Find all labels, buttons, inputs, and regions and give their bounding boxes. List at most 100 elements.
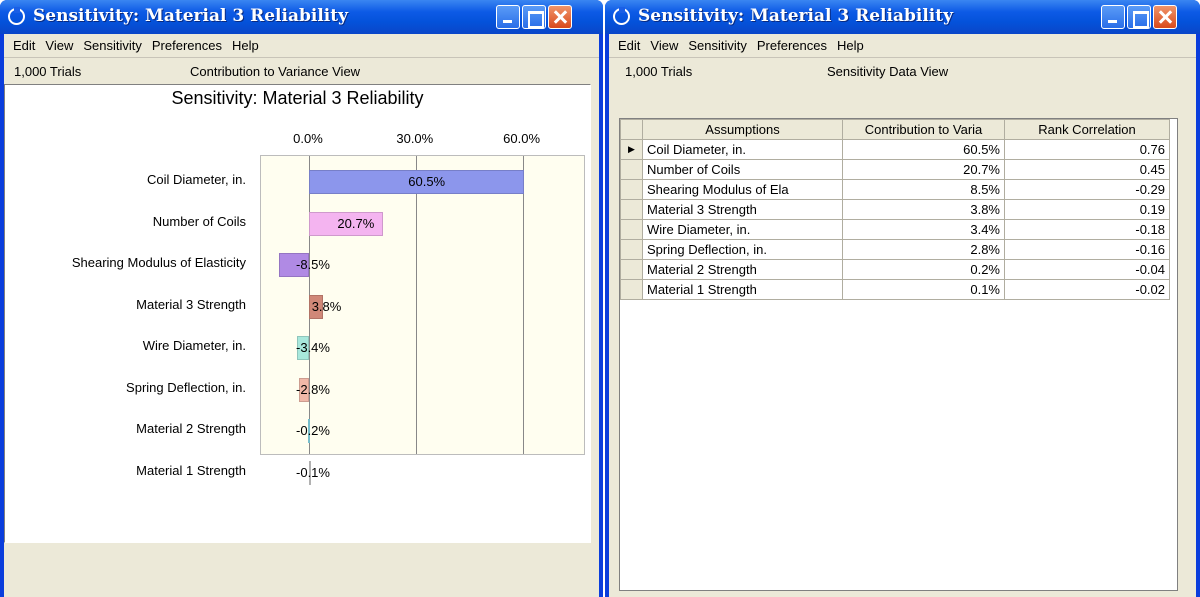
trials-count: 1,000 Trials — [14, 64, 82, 79]
row-selector[interactable] — [620, 159, 643, 180]
x-tick-label: 0.0% — [293, 131, 323, 146]
table-row[interactable]: Material 2 Strength 0.2% -0.04 — [620, 259, 1170, 280]
bar-value-label: -0.1% — [296, 464, 330, 480]
bar-value-label: 3.8% — [311, 298, 342, 314]
category-label: Spring Deflection, in. — [126, 379, 246, 395]
menu-view[interactable]: View — [45, 38, 73, 53]
x-tick-label: 30.0% — [396, 131, 434, 146]
table-header-row: Assumptions Contribution to Varia Rank C… — [620, 119, 1170, 140]
table-row[interactable]: Shearing Modulus of Ela 8.5% -0.29 — [620, 179, 1170, 200]
column-header-contribution[interactable]: Contribution to Varia — [842, 119, 1005, 140]
cell-assumption[interactable]: Material 3 Strength — [642, 199, 843, 220]
menu-preferences[interactable]: Preferences — [757, 38, 827, 53]
menu-view[interactable]: View — [650, 38, 678, 53]
data-grid[interactable]: Assumptions Contribution to Varia Rank C… — [619, 118, 1178, 591]
cell-assumption[interactable]: Material 1 Strength — [642, 279, 843, 300]
title-bar[interactable]: Sensitivity: Material 3 Reliability — [0, 0, 603, 34]
chart-panel: Sensitivity: Material 3 Reliability 60.5… — [4, 84, 591, 543]
row-selector[interactable] — [620, 219, 643, 240]
menu-sensitivity[interactable]: Sensitivity — [83, 38, 142, 53]
trials-count: 1,000 Trials — [625, 64, 693, 79]
cell-rank-correlation[interactable]: 0.45 — [1004, 159, 1170, 180]
window-client: Edit View Sensitivity Preferences Help 1… — [609, 34, 1196, 597]
cell-contribution[interactable]: 0.1% — [842, 279, 1005, 300]
table-row[interactable]: Material 3 Strength 3.8% 0.19 — [620, 199, 1170, 220]
cell-assumption[interactable]: Shearing Modulus of Ela — [642, 179, 843, 200]
sensitivity-data-window: Sensitivity: Material 3 Reliability Edit… — [605, 0, 1200, 597]
row-selector[interactable] — [620, 179, 643, 200]
category-label: Material 2 Strength — [136, 421, 246, 436]
row-selector[interactable] — [620, 199, 643, 220]
menu-bar: Edit View Sensitivity Preferences Help — [609, 34, 1196, 58]
cell-rank-correlation[interactable]: -0.18 — [1004, 219, 1170, 240]
cell-contribution[interactable]: 3.4% — [842, 219, 1005, 240]
app-icon — [613, 7, 630, 25]
cell-rank-correlation[interactable]: -0.29 — [1004, 179, 1170, 200]
sensitivity-chart-window: Sensitivity: Material 3 Reliability Edit… — [0, 0, 603, 597]
cell-rank-correlation[interactable]: -0.02 — [1004, 279, 1170, 300]
info-bar: 1,000 Trials Sensitivity Data View — [609, 58, 1196, 84]
row-pointer-icon[interactable]: ▶ — [620, 139, 643, 160]
view-name: Sensitivity Data View — [827, 64, 949, 79]
menu-preferences[interactable]: Preferences — [152, 38, 222, 53]
cell-assumption[interactable]: Coil Diameter, in. — [642, 139, 843, 160]
minimize-button[interactable] — [1101, 5, 1125, 29]
bar-value-label: 60.5% — [408, 174, 446, 189]
column-header-assumptions[interactable]: Assumptions — [642, 119, 843, 140]
category-label: Material 3 Strength — [136, 296, 246, 312]
sensitivity-table: Assumptions Contribution to Varia Rank C… — [620, 119, 1170, 300]
table-row[interactable]: Number of Coils 20.7% 0.45 — [620, 159, 1170, 180]
window-title: Sensitivity: Material 3 Reliability — [33, 6, 348, 26]
cell-contribution[interactable]: 60.5% — [842, 139, 1005, 160]
table-row[interactable]: ▶ Coil Diameter, in. 60.5% 0.76 — [620, 139, 1170, 160]
title-bar[interactable]: Sensitivity: Material 3 Reliability — [605, 0, 1200, 34]
cell-assumption[interactable]: Spring Deflection, in. — [642, 239, 843, 260]
cell-assumption[interactable]: Material 2 Strength — [642, 259, 843, 280]
column-header-rank-correlation[interactable]: Rank Correlation — [1004, 119, 1170, 140]
cell-contribution[interactable]: 2.8% — [842, 239, 1005, 260]
category-label: Coil Diameter, in. — [147, 172, 246, 187]
minimize-button[interactable] — [496, 5, 520, 29]
window-title: Sensitivity: Material 3 Reliability — [638, 6, 953, 26]
cell-contribution[interactable]: 0.2% — [842, 259, 1005, 280]
menu-edit[interactable]: Edit — [618, 38, 640, 53]
bar-value-label: -8.5% — [296, 257, 330, 272]
menu-help[interactable]: Help — [232, 38, 259, 53]
bar-value-label: -2.8% — [296, 381, 330, 397]
cell-contribution[interactable]: 8.5% — [842, 179, 1005, 200]
close-button[interactable] — [548, 5, 572, 29]
cell-assumption[interactable]: Number of Coils — [642, 159, 843, 180]
info-bar: 1,000 Trials Contribution to Variance Vi… — [4, 58, 599, 84]
plot-area: 60.5% 20.7% -8.5% 3.8% -3.4% -2.8% -0.2% -0.1% — [260, 155, 585, 485]
row-selector[interactable] — [620, 259, 643, 280]
menu-sensitivity[interactable]: Sensitivity — [688, 38, 747, 53]
gridline — [522, 156, 524, 454]
menu-edit[interactable]: Edit — [13, 38, 35, 53]
maximize-button[interactable] — [1127, 5, 1151, 29]
table-row[interactable]: Material 1 Strength 0.1% -0.02 — [620, 279, 1170, 300]
gridline — [415, 156, 417, 454]
cell-rank-correlation[interactable]: -0.04 — [1004, 259, 1170, 280]
table-row[interactable]: Wire Diameter, in. 3.4% -0.18 — [620, 219, 1170, 240]
bar-value-label: 20.7% — [337, 215, 375, 231]
category-label: Number of Coils — [152, 213, 246, 229]
row-selector[interactable] — [620, 239, 643, 260]
bar-value-label: -0.2% — [296, 423, 330, 438]
menu-bar: Edit View Sensitivity Preferences Help — [4, 34, 599, 58]
view-name: Contribution to Variance View — [190, 64, 361, 79]
category-label: Shearing Modulus of Elasticity — [71, 255, 246, 270]
cell-rank-correlation[interactable]: 0.76 — [1004, 139, 1170, 160]
table-row[interactable]: Spring Deflection, in. 2.8% -0.16 — [620, 239, 1170, 260]
cell-contribution[interactable]: 3.8% — [842, 199, 1005, 220]
x-tick-label: 60.0% — [503, 131, 541, 146]
cell-rank-correlation[interactable]: -0.16 — [1004, 239, 1170, 260]
menu-help[interactable]: Help — [837, 38, 864, 53]
close-button[interactable] — [1153, 5, 1177, 29]
cell-contribution[interactable]: 20.7% — [842, 159, 1005, 180]
maximize-button[interactable] — [522, 5, 546, 29]
cell-assumption[interactable]: Wire Diameter, in. — [642, 219, 843, 240]
row-selector-header — [620, 119, 643, 140]
row-selector[interactable] — [620, 279, 643, 300]
chart-title: Sensitivity: Material 3 Reliability — [171, 88, 424, 108]
cell-rank-correlation[interactable]: 0.19 — [1004, 199, 1170, 220]
